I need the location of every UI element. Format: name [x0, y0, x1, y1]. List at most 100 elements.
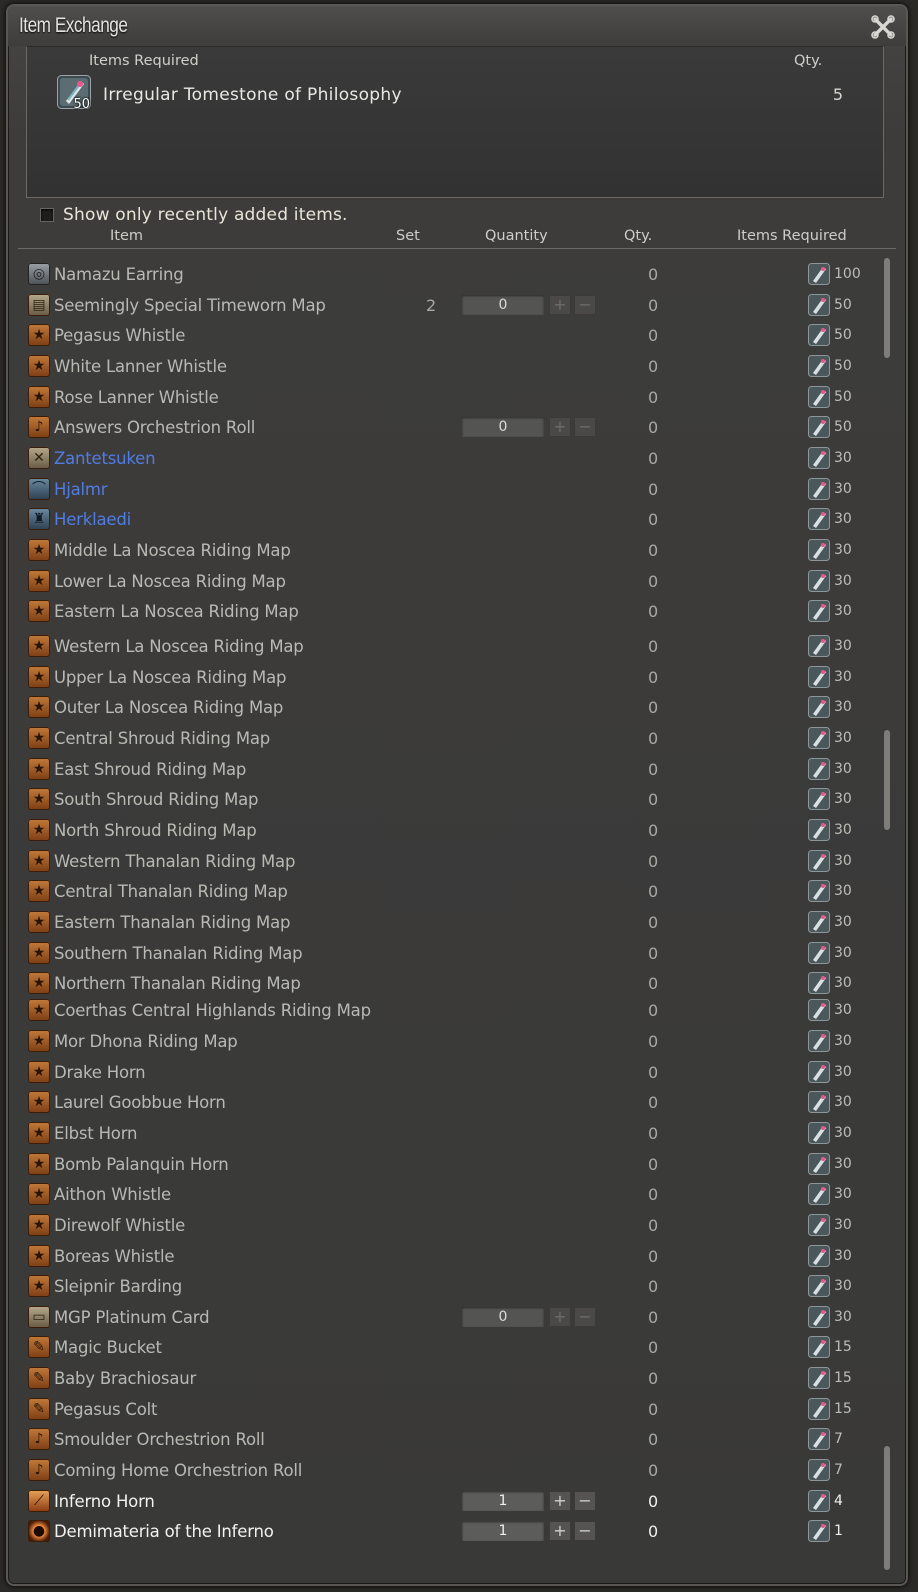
scroll-thumb[interactable]	[884, 1446, 890, 1570]
star-icon[interactable]: ★	[28, 727, 50, 750]
star-icon[interactable]: ★	[28, 1152, 50, 1175]
decrement-button[interactable]: −	[574, 1490, 596, 1511]
table-row[interactable]: ✎ Baby Brachiosaur 0 15	[18, 1364, 878, 1394]
title-bar[interactable]: Item Exchange	[8, 6, 906, 46]
tomestone-icon[interactable]	[808, 880, 830, 903]
tomestone-icon[interactable]	[808, 1121, 830, 1144]
quantity-input[interactable]: 0	[462, 294, 544, 315]
tomestone-icon[interactable]	[808, 849, 830, 872]
materia-orb-icon[interactable]: ●	[28, 1520, 50, 1543]
quantity-input[interactable]: 0	[462, 417, 544, 438]
table-row[interactable]: ⟋ Inferno Horn 1 + − 0 4	[18, 1487, 878, 1517]
table-row[interactable]: ★ Southern Thanalan Riding Map 0 30	[18, 939, 878, 969]
table-row[interactable]: ✎ Pegasus Colt 0 15	[18, 1395, 878, 1425]
table-row[interactable]: ★ Outer La Noscea Riding Map 0 30	[18, 693, 878, 723]
tomestone-icon[interactable]	[808, 508, 830, 531]
item-name[interactable]: Hjalmr	[54, 480, 108, 499]
table-row[interactable]: ★ Western La Noscea Riding Map 0 30	[18, 632, 878, 662]
tomestone-icon[interactable]	[808, 1091, 830, 1114]
scroll-thumb[interactable]	[884, 730, 890, 830]
star-icon[interactable]: ★	[28, 941, 50, 964]
table-row[interactable]: ▭ MGP Platinum Card 0 + −0 30	[18, 1303, 878, 1333]
increment-button[interactable]: +	[549, 294, 571, 315]
quantity-stepper[interactable]: 0 + −	[462, 1306, 596, 1327]
tomestone-icon[interactable]	[808, 354, 830, 377]
tomestone-icon[interactable]	[808, 819, 830, 842]
minion-icon[interactable]: ✎	[28, 1367, 50, 1390]
horn-icon[interactable]: ⟋	[28, 1489, 50, 1512]
minion-icon[interactable]: ✎	[28, 1336, 50, 1359]
table-row[interactable]: ♜ Herklaedi 0 30	[18, 505, 878, 535]
star-icon[interactable]: ★	[28, 354, 50, 377]
tomestone-icon[interactable]	[808, 788, 830, 811]
armor-icon[interactable]: ♜	[28, 508, 50, 531]
table-row[interactable]: ★ Direwolf Whistle 0 30	[18, 1211, 878, 1241]
table-row[interactable]: ★ Pegasus Whistle 0 50	[18, 321, 878, 351]
tomestone-icon[interactable]	[808, 416, 830, 439]
tomestone-icon[interactable]	[808, 665, 830, 688]
tomestone-icon[interactable]	[808, 385, 830, 408]
tomestone-icon[interactable]	[808, 324, 830, 347]
tomestone-icon[interactable]	[808, 1244, 830, 1267]
table-row[interactable]: ★ White Lanner Whistle 0 50	[18, 352, 878, 382]
star-icon[interactable]: ★	[28, 569, 50, 592]
decrement-button[interactable]: −	[574, 1521, 596, 1542]
tomestone-icon[interactable]	[808, 1459, 830, 1482]
tomestone-icon[interactable]	[808, 1520, 830, 1543]
tomestone-icon[interactable]	[808, 972, 830, 995]
tomestone-icon[interactable]	[808, 1060, 830, 1083]
increment-button[interactable]: +	[549, 417, 571, 438]
table-row[interactable]: ♪ Coming Home Orchestrion Roll 0 7	[18, 1456, 878, 1486]
tomestone-icon[interactable]	[808, 727, 830, 750]
tomestone-icon[interactable]: 50	[57, 75, 91, 112]
column-header-set[interactable]: Set	[396, 228, 420, 244]
table-row[interactable]: ★ North Shroud Riding Map 0 30	[18, 816, 878, 846]
table-row[interactable]: ★ South Shroud Riding Map 0 30	[18, 785, 878, 815]
quantity-stepper[interactable]: 0 + −	[462, 294, 596, 315]
table-row[interactable]: ★ Coerthas Central Highlands Riding Map 0 3…	[18, 996, 878, 1026]
table-row[interactable]: ★ Bomb Palanquin Horn 0 30	[18, 1150, 878, 1180]
tomestone-icon[interactable]	[808, 446, 830, 469]
music-note-icon[interactable]: ♪	[28, 1428, 50, 1451]
table-row[interactable]: ★ Central Thanalan Riding Map 0 30	[18, 877, 878, 907]
table-row[interactable]: ★ Lower La Noscea Riding Map 0 30	[18, 567, 878, 597]
tomestone-icon[interactable]	[808, 1305, 830, 1328]
tomestone-icon[interactable]	[808, 538, 830, 561]
table-row[interactable]: ★ Sleipnir Barding 0 30	[18, 1272, 878, 1302]
music-note-icon[interactable]: ♪	[28, 416, 50, 439]
star-icon[interactable]: ★	[28, 788, 50, 811]
table-row[interactable]: ● Demimateria of the Inferno 1 + −0 1	[18, 1517, 878, 1547]
star-icon[interactable]: ★	[28, 1244, 50, 1267]
table-row[interactable]: ✎ Magic Bucket 0 15	[18, 1333, 878, 1363]
star-icon[interactable]: ★	[28, 635, 50, 658]
tomestone-icon[interactable]	[808, 1152, 830, 1175]
recent-items-checkbox[interactable]	[40, 208, 54, 222]
quantity-stepper[interactable]: 0 + −	[462, 417, 596, 438]
item-name[interactable]: Herklaedi	[54, 510, 131, 529]
tomestone-icon[interactable]	[808, 569, 830, 592]
map-icon[interactable]: ▤	[28, 293, 50, 316]
increment-button[interactable]: +	[549, 1521, 571, 1542]
increment-button[interactable]: +	[549, 1306, 571, 1327]
list-scrollbar[interactable]	[884, 258, 890, 1572]
tomestone-icon[interactable]	[808, 911, 830, 933]
table-row[interactable]: ★ Boreas Whistle 0 30	[18, 1242, 878, 1272]
item-name[interactable]: Zantetsuken	[54, 449, 156, 468]
column-header-item[interactable]: Item	[110, 228, 143, 244]
table-row[interactable]: ★ Eastern La Noscea Riding Map 0 30	[18, 597, 878, 627]
tomestone-icon[interactable]	[808, 600, 830, 623]
table-row[interactable]: ★ Upper La Noscea Riding Map 0 30	[18, 663, 878, 693]
star-icon[interactable]: ★	[28, 1183, 50, 1206]
star-icon[interactable]: ★	[28, 324, 50, 347]
quantity-input[interactable]: 1	[462, 1521, 544, 1542]
star-icon[interactable]: ★	[28, 696, 50, 719]
star-icon[interactable]: ★	[28, 911, 50, 933]
recent-items-filter[interactable]: Show only recently added items.	[40, 204, 348, 226]
star-icon[interactable]: ★	[28, 1121, 50, 1144]
table-row[interactable]: ♪ Answers Orchestrion Roll 0 + −0 50	[18, 413, 878, 443]
star-icon[interactable]: ★	[28, 1213, 50, 1236]
quantity-input[interactable]: 1	[462, 1490, 544, 1511]
music-note-icon[interactable]: ♪	[28, 1459, 50, 1482]
star-icon[interactable]: ★	[28, 385, 50, 408]
quantity-stepper[interactable]: 1 + −	[462, 1521, 596, 1542]
